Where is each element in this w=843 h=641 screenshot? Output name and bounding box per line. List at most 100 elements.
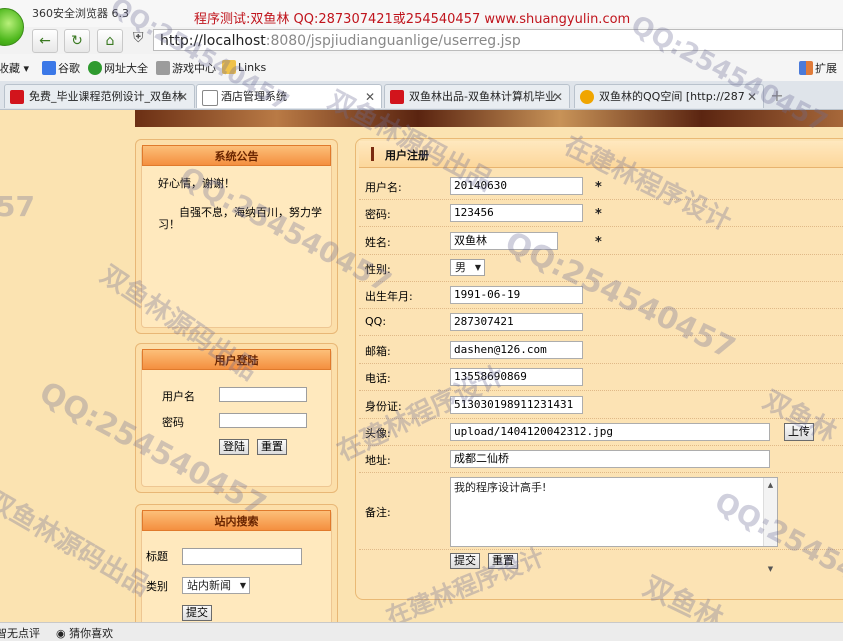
search-category-select[interactable]: 站内新闻 ▼ (182, 577, 250, 594)
textarea-scrollbar[interactable]: ▲ ▼ (763, 478, 777, 573)
bookmark-url-directory[interactable]: 网址大全 (88, 60, 148, 76)
bookmark-google[interactable]: 谷歌 (42, 60, 80, 76)
register-reset-button[interactable]: 重置 (488, 553, 518, 569)
form-row-email: 邮箱: dashen@126.com (359, 336, 843, 364)
qq-input[interactable]: 287307421 (450, 313, 583, 331)
bookmark-game-center[interactable]: 游戏中心 (156, 60, 216, 76)
form-row-idcard: 身份证: 513030198911231431 (359, 391, 843, 419)
gender-select[interactable]: 男 ▼ (450, 259, 485, 276)
url-host: http://localhost (160, 33, 266, 49)
gamepad-icon (156, 61, 170, 75)
refresh-button[interactable]: ↻ (64, 29, 90, 53)
address-bar[interactable]: http://localhost:8080/jspjiudianguanlige… (153, 29, 843, 51)
back-button[interactable]: ← (32, 29, 58, 53)
search-panel: 站内搜索 标题 类别 站内新闻 ▼ 提交 (135, 504, 338, 634)
login-panel: 用户登陆 用户名 密码 登陆 重置 (135, 343, 338, 493)
dot-icon: ◉ (56, 627, 66, 640)
search-submit-button[interactable]: 提交 (182, 605, 212, 621)
tab-qq-space[interactable]: 双鱼林的QQ空间 [http://287 ✕ (574, 84, 764, 108)
avatar-path-input[interactable]: upload/1404120042312.jpg (450, 423, 770, 441)
url-path: :8080/jspjiudianguanlige/userreg.jsp (265, 33, 521, 49)
form-row-remark: 备注: 我的程序设计高手! ▲ ▼ (359, 473, 843, 573)
navigation-bar: ← ↻ ⌂ ⛨ http://localhost:8080/jspjiudian… (0, 27, 843, 54)
site-favicon-icon (390, 90, 404, 104)
folder-icon (222, 60, 236, 74)
tab-free-course[interactable]: 免费_毕业课程范例设计_双鱼林 ✕ (4, 84, 195, 108)
upload-button[interactable]: 上传 (784, 423, 814, 441)
tab-shuangyulin[interactable]: 双鱼林出品-双鱼林计算机毕业 ✕ (384, 84, 570, 108)
chevron-down-icon: ▼ (474, 263, 481, 272)
arrow-left-icon: ← (39, 33, 51, 49)
register-submit-button[interactable]: 提交 (450, 553, 480, 569)
login-password-input[interactable] (219, 413, 307, 428)
bookmark-links[interactable]: Links (222, 60, 266, 74)
form-row-address: 地址: 成都二仙桥 (359, 446, 843, 473)
login-username-input[interactable] (219, 387, 307, 402)
form-row-avatar: 头像: upload/1404120042312.jpg 上传 (359, 419, 843, 446)
bookmarks-bar: 收藏 ▾ 谷歌 网址大全 游戏中心 Links 扩展 (0, 54, 843, 81)
form-row-phone: 电话: 13558690869 (359, 364, 843, 391)
page-icon (202, 90, 218, 106)
star-icon (580, 90, 594, 104)
ad-banner: 程序测试:双鱼林 QQ:287307421或254540457 www.shua… (194, 12, 631, 27)
registration-header: 用户注册 (359, 141, 843, 168)
notice-line: 习！ (158, 218, 180, 231)
search-title-input[interactable] (182, 548, 302, 565)
home-button[interactable]: ⌂ (97, 29, 123, 53)
notice-panel: 系统公告 好心情，谢谢！ 自强不息，海纳百川，努力学 习！ (135, 139, 338, 334)
title-bar: 360安全浏览器 6.3 程序测试:双鱼林 QQ:287307421或25454… (0, 0, 843, 46)
close-icon[interactable]: ✕ (178, 85, 188, 108)
required-mark: * (595, 207, 602, 222)
tab-bar: 免费_毕业课程范例设计_双鱼林 ✕ 酒店管理系统 ✕ 双鱼林出品-双鱼林计算机毕… (0, 81, 843, 110)
birthday-input[interactable]: 1991-06-19 (450, 286, 583, 304)
address-input[interactable]: 成都二仙桥 (450, 450, 770, 468)
login-password-label: 密码 (162, 416, 184, 429)
app-title: 360安全浏览器 6.3 (32, 7, 129, 20)
status-recommend[interactable]: ◉ 猜你喜欢 (56, 625, 113, 641)
username-input[interactable]: 20140630 (450, 177, 583, 195)
directory-icon (88, 61, 102, 75)
header-banner-image (135, 110, 843, 127)
notice-line: 自强不息，海纳百川，努力学 (179, 206, 322, 219)
bookmark-favorites[interactable]: 收藏 ▾ (0, 60, 29, 76)
form-row-username: 用户名: 20140630 * (359, 173, 843, 200)
search-title-label: 标题 (146, 550, 168, 563)
login-username-label: 用户名 (162, 390, 195, 403)
grid-icon (799, 61, 813, 75)
login-reset-button[interactable]: 重置 (257, 439, 287, 455)
idcard-input[interactable]: 513030198911231431 (450, 396, 583, 414)
form-row-gender: 性别: 男 ▼ (359, 255, 843, 282)
watermark-source: 双鱼林源码出品 (0, 485, 155, 603)
status-bar: 智无点评 ◉ 猜你喜欢 (0, 622, 843, 641)
close-icon[interactable]: ✕ (365, 85, 375, 108)
phone-input[interactable]: 13558690869 (450, 368, 583, 386)
status-comments[interactable]: 智无点评 (0, 625, 40, 641)
login-button[interactable]: 登陆 (219, 439, 249, 455)
form-row-qq: QQ: 287307421 (359, 309, 843, 336)
name-input[interactable]: 双鱼林 (450, 232, 558, 250)
close-icon[interactable]: ✕ (747, 85, 757, 108)
form-row-name: 姓名: 双鱼林 * (359, 227, 843, 255)
form-row-actions: 提交 重置 (359, 550, 843, 576)
extensions-button[interactable]: 扩展 (799, 60, 837, 76)
form-row-password: 密码: 123456 * (359, 200, 843, 227)
search-title: 站内搜索 (142, 510, 331, 531)
chevron-down-icon: ▼ (239, 581, 246, 590)
remark-textarea[interactable]: 我的程序设计高手! ▲ ▼ (450, 477, 778, 573)
password-input[interactable]: 123456 (450, 204, 583, 222)
new-tab-button[interactable]: + (766, 85, 788, 107)
site-favicon-icon (10, 90, 24, 104)
required-mark: * (595, 180, 602, 195)
close-icon[interactable]: ✕ (553, 85, 563, 108)
home-icon: ⌂ (105, 33, 115, 49)
shield-icon: ⛨ (133, 30, 144, 46)
login-title: 用户登陆 (142, 349, 331, 370)
notice-line: 好心情，谢谢！ (158, 177, 235, 190)
required-mark: * (595, 235, 602, 250)
search-category-label: 类别 (146, 580, 168, 593)
refresh-icon: ↻ (71, 33, 83, 49)
tab-hotel-system[interactable]: 酒店管理系统 ✕ (196, 84, 382, 108)
notice-title: 系统公告 (142, 145, 331, 166)
email-input[interactable]: dashen@126.com (450, 341, 583, 359)
form-row-birthday: 出生年月: 1991-06-19 (359, 282, 843, 309)
